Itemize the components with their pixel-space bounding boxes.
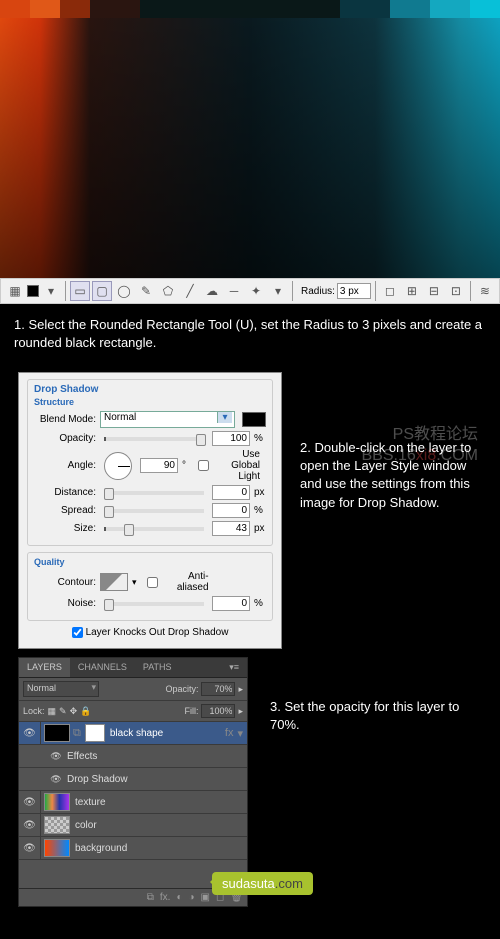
tab-paths[interactable]: PATHS (135, 658, 180, 677)
noise-label: Noise: (34, 598, 96, 609)
layer-row-texture[interactable]: 👁 texture (19, 791, 247, 814)
sudasuta-badge: sudasuta.com (212, 872, 313, 895)
fx-badge[interactable]: fx (225, 727, 234, 739)
distance-slider[interactable] (104, 491, 204, 495)
radius-label: Radius: (301, 286, 335, 297)
radius-input[interactable] (337, 283, 371, 299)
distance-input[interactable] (212, 485, 250, 500)
layer-opacity-input[interactable] (201, 682, 235, 696)
lock-transparency-icon[interactable]: ▦ (48, 706, 57, 717)
link-icon[interactable]: ⧉ (73, 727, 81, 740)
panel-menu-icon[interactable]: ▾≡ (221, 658, 247, 677)
drop-shadow-title: Drop Shadow (34, 384, 266, 395)
step-1-text: 1. Select the Rounded Rectangle Tool (U)… (0, 304, 500, 364)
layer-thumb (44, 724, 70, 742)
options-toolbar: ▦ ▾ ▭ ▢ ◯ ✎ ⬠ ╱ ☁ ─ ✦ ▾ Radius: ◻ ⊞ ⊟ ⊡ … (0, 278, 500, 304)
shape-ellipse-icon[interactable]: ◯ (114, 281, 134, 301)
shape-pen-icon[interactable]: ✎ (136, 281, 156, 301)
chevron-down-icon[interactable]: ▾ (268, 281, 288, 301)
spread-label: Spread: (34, 505, 96, 516)
combine-subtract-icon[interactable]: ⊟ (424, 281, 444, 301)
shape-polygon-icon[interactable]: ⬠ (158, 281, 178, 301)
chevron-right-icon[interactable]: ▸ (238, 684, 243, 695)
global-light-checkbox[interactable] (198, 460, 209, 471)
size-input[interactable] (212, 521, 250, 536)
eye-icon[interactable]: 👁 (19, 722, 41, 744)
style-icon[interactable]: ≋ (475, 281, 495, 301)
tab-channels[interactable]: CHANNELS (70, 658, 135, 677)
step-3-text: 3. Set the opacity for this layer to 70%… (270, 698, 480, 734)
tab-layers[interactable]: LAYERS (19, 658, 70, 677)
opacity-slider[interactable] (104, 437, 204, 441)
step-2-text: 2. Double-click on the layer to open the… (300, 439, 490, 512)
contour-picker[interactable] (100, 573, 128, 591)
shape-custom2-icon[interactable]: ✦ (246, 281, 266, 301)
spread-input[interactable] (212, 503, 250, 518)
noise-input[interactable] (212, 596, 250, 611)
blend-mode-label: Blend Mode: (34, 414, 96, 425)
eye-icon[interactable]: 👁 (47, 745, 65, 767)
angle-input[interactable] (140, 458, 178, 473)
eye-icon[interactable]: 👁 (19, 837, 41, 859)
layer-row-black-shape[interactable]: 👁 ⧉ black shape fx ▾ (19, 722, 247, 745)
layer-row-color[interactable]: 👁 color (19, 814, 247, 837)
shape-layers-icon[interactable]: ▦ (5, 281, 25, 301)
shape-rect-icon[interactable]: ▭ (70, 281, 90, 301)
eye-icon[interactable]: 👁 (19, 791, 41, 813)
size-label: Size: (34, 523, 96, 534)
shadow-color-swatch[interactable] (242, 412, 266, 427)
layer-blend-select[interactable]: Normal (23, 681, 99, 697)
combine-new-icon[interactable]: ◻ (380, 281, 400, 301)
folder-icon[interactable]: ▣ (201, 892, 210, 903)
fx-icon[interactable]: fx. (160, 892, 171, 903)
quality-label: Quality (34, 557, 266, 567)
layer-row-background[interactable]: 👁 background (19, 837, 247, 860)
layer-knocks-out-checkbox[interactable] (72, 627, 83, 638)
link-layers-icon[interactable]: ⧉ (147, 892, 154, 903)
mask-icon[interactable]: ◐ (176, 892, 182, 903)
combine-intersect-icon[interactable]: ⊡ (446, 281, 466, 301)
chevron-right-icon[interactable]: ▸ (238, 706, 243, 717)
contour-label: Contour: (34, 577, 96, 588)
layer-effects-row[interactable]: 👁 Effects (19, 745, 247, 768)
layer-thumb (44, 816, 70, 834)
spread-slider[interactable] (104, 509, 204, 513)
structure-label: Structure (34, 397, 266, 407)
eye-icon[interactable]: 👁 (47, 768, 65, 790)
shape-line-icon[interactable]: ╱ (180, 281, 200, 301)
opacity-input[interactable] (212, 431, 250, 446)
angle-label: Angle: (34, 460, 96, 471)
layer-mask-thumb (85, 724, 105, 742)
eye-icon[interactable]: 👁 (19, 814, 41, 836)
noise-slider[interactable] (104, 602, 204, 606)
shape-custom-icon[interactable]: ☁ (202, 281, 222, 301)
layer-drop-shadow-row[interactable]: 👁 Drop Shadow (19, 768, 247, 791)
shape-line2-icon[interactable]: ─ (224, 281, 244, 301)
layer-fill-input[interactable] (201, 704, 235, 718)
layer-thumb (44, 793, 70, 811)
chevron-down-icon[interactable]: ▾ (237, 727, 243, 740)
distance-label: Distance: (34, 487, 96, 498)
opacity-label: Opacity: (34, 433, 96, 444)
anti-aliased-checkbox[interactable] (147, 577, 158, 588)
layer-thumb (44, 839, 70, 857)
chevron-down-icon[interactable]: ▾ (41, 281, 61, 301)
shape-roundrect-icon[interactable]: ▢ (92, 281, 112, 301)
angle-dial[interactable] (104, 452, 132, 480)
combine-add-icon[interactable]: ⊞ (402, 281, 422, 301)
lock-pixels-icon[interactable]: ✎ (59, 706, 67, 717)
lock-position-icon[interactable]: ✥ (70, 706, 78, 717)
size-slider[interactable] (104, 527, 204, 531)
lock-all-icon[interactable]: 🔒 (80, 706, 91, 717)
layers-panel: LAYERS CHANNELS PATHS ▾≡ Normal Opacity:… (18, 657, 248, 907)
adjustment-icon[interactable]: ◑ (188, 892, 194, 903)
drop-shadow-panel: Drop Shadow Drop Shadow Structure Blend … (18, 372, 282, 649)
canvas-preview (0, 0, 500, 278)
blend-mode-select[interactable]: Normal (100, 411, 235, 428)
foreground-color-swatch[interactable] (27, 285, 39, 297)
